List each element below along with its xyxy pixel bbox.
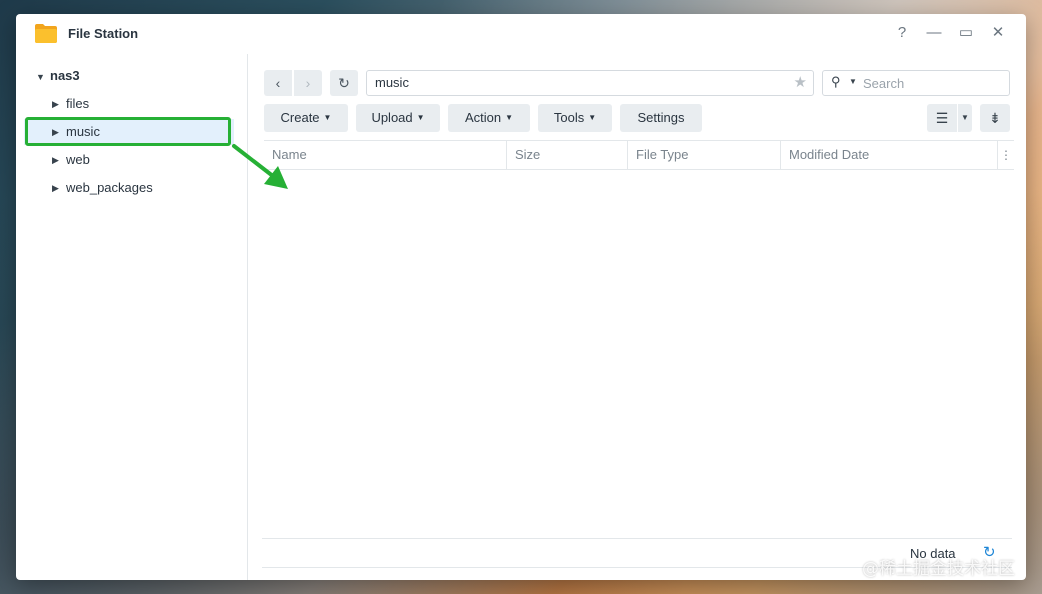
path-input[interactable]: music ★ <box>366 70 814 96</box>
action-button[interactable]: Action ▼ <box>448 104 530 132</box>
chevron-down-icon: ▼ <box>416 113 425 122</box>
column-modified-date[interactable]: Modified Date <box>781 141 998 169</box>
search-placeholder: Search <box>863 76 905 91</box>
path-value: music <box>375 75 409 90</box>
upload-button[interactable]: Upload ▼ <box>356 104 440 132</box>
refresh-button[interactable]: ↻ <box>330 70 358 96</box>
file-grid-header: Name Size File Type Modified Date ⋮ <box>264 140 1014 170</box>
column-size[interactable]: Size <box>507 141 628 169</box>
search-input[interactable]: ⚲ ▼ Search <box>822 70 1010 96</box>
action-label: Action <box>464 110 502 125</box>
watermark: @稀土掘金技术社区 <box>862 559 1015 579</box>
column-menu-icon[interactable]: ⋮ <box>998 141 1014 169</box>
chevron-down-icon: ▼ <box>505 113 514 122</box>
maximize-icon[interactable]: ▭ <box>956 23 976 43</box>
annotation-arrow <box>232 144 288 189</box>
tools-label: Tools <box>553 110 585 125</box>
settings-button[interactable]: Settings <box>620 104 702 132</box>
chevron-down-icon[interactable]: ▼ <box>958 104 972 132</box>
settings-label: Settings <box>637 110 685 125</box>
help-icon[interactable]: ? <box>892 23 912 43</box>
star-icon[interactable]: ★ <box>794 71 807 95</box>
sort-icon[interactable]: ⇟ <box>980 104 1010 132</box>
tools-button[interactable]: Tools ▼ <box>538 104 612 132</box>
minimize-icon[interactable]: — <box>924 23 944 43</box>
chevron-down-icon: ▼ <box>323 113 332 122</box>
status-divider <box>262 538 1012 539</box>
search-icon: ⚲ <box>831 74 841 89</box>
file-station-window: File Station ? — ▭ ✕ ▼ nas3 ▶ files ▶ mus… <box>16 14 1026 580</box>
chevron-down-icon[interactable]: ▼ <box>849 77 857 86</box>
chevron-down-icon: ▼ <box>588 113 597 122</box>
upload-label: Upload <box>371 110 413 125</box>
close-icon[interactable]: ✕ <box>988 23 1008 43</box>
column-file-type[interactable]: File Type <box>628 141 781 169</box>
list-view-icon[interactable]: ☰ <box>927 104 957 132</box>
